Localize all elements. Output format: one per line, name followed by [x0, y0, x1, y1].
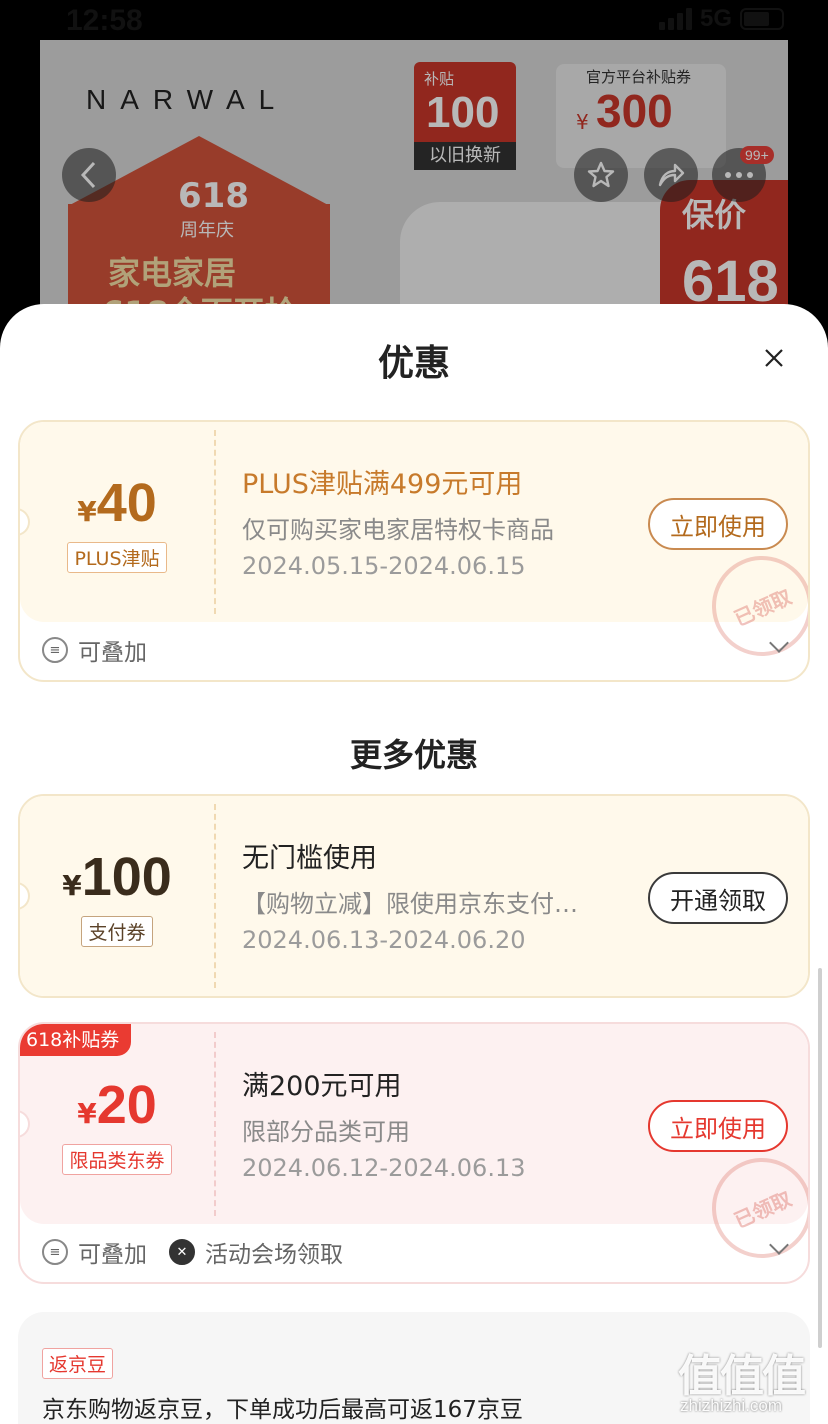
coupon-amount: ¥20: [20, 1074, 214, 1136]
use-now-button[interactable]: 立即使用: [648, 1100, 788, 1152]
status-bar: 12:58 5G: [0, 0, 828, 40]
stack-icon: ≡: [42, 1239, 68, 1265]
coupon-type-tag: PLUS津贴: [67, 542, 167, 573]
network-label: 5G: [699, 5, 732, 32]
subsidy-corner-tag: 618补贴券: [20, 1024, 132, 1056]
ticket-icon: ✕: [169, 1239, 195, 1265]
close-icon: [765, 349, 783, 367]
coupon-desc: 仅可购买家电家居特权卡商品: [242, 516, 554, 544]
subsidy-coupon: ¥20 限品类东券 满200元可用 限部分品类可用 2024.06.12-202…: [20, 1024, 808, 1275]
amount-value: 20: [96, 1075, 157, 1135]
coupon-amount: ¥40: [20, 472, 214, 534]
bean-tag: 返京豆: [42, 1348, 114, 1379]
watermark-logo: 值值值: [678, 1351, 806, 1402]
battery-icon: [740, 8, 784, 30]
yen-sign: ¥: [77, 1097, 97, 1130]
stackable-label: 可叠加: [78, 640, 147, 666]
activate-claim-button[interactable]: 开通领取: [648, 872, 788, 924]
coupon-type-tag: 支付券: [81, 916, 153, 947]
coupon-type-tag: 限品类东券: [62, 1144, 172, 1175]
coupon-desc: 【购物立减】限使用京东支付…: [242, 890, 578, 918]
yen-sign: ¥: [62, 869, 82, 902]
yen-sign: ¥: [77, 495, 97, 528]
subsidy-coupon-card: 618补贴券 ¥20 限品类东券 满200元可用 限部分品类可用 2024.06…: [18, 1022, 810, 1284]
chevron-down-icon[interactable]: [769, 1235, 789, 1255]
coupon-date: 2024.05.15-2024.06.15: [242, 552, 526, 580]
site-watermark: 值值值 zhizhizhi.com: [676, 1336, 816, 1424]
coupon-title: 满200元可用: [242, 1071, 402, 1102]
venue-info: ✕ 活动会场领取: [169, 1235, 343, 1269]
discount-sheet: 优惠 ¥40 PLUS津贴 PLUS津贴满499元可用 仅可购买家电家居特权卡商…: [0, 304, 828, 1424]
chevron-down-icon[interactable]: [769, 633, 789, 653]
close-button[interactable]: [758, 342, 790, 374]
venue-label: 活动会场领取: [205, 1242, 343, 1268]
amount-value: 100: [81, 847, 172, 907]
bean-text: 京东购物返京豆，下单成功后最高可返167京豆: [42, 1397, 523, 1423]
watermark-url: zhizhizhi.com: [680, 1396, 783, 1415]
status-time: 12:58: [66, 4, 143, 37]
plus-coupon-card: ¥40 PLUS津贴 PLUS津贴满499元可用 仅可购买家电家居特权卡商品 2…: [18, 420, 810, 682]
amount-value: 40: [96, 473, 157, 533]
coupon-title: PLUS津贴满499元可用: [242, 469, 523, 500]
coupon-footer[interactable]: ≡ 可叠加 ✕ 活动会场领取: [20, 1224, 808, 1280]
stackable-label: 可叠加: [78, 1242, 147, 1268]
status-indicators: 5G: [658, 5, 784, 32]
coupon-date: 2024.06.12-2024.06.13: [242, 1154, 526, 1182]
plus-coupon: ¥40 PLUS津贴 PLUS津贴满499元可用 仅可购买家电家居特权卡商品 2…: [20, 422, 808, 673]
coupon-amount: ¥100: [20, 846, 214, 908]
coupon-desc: 限部分品类可用: [242, 1118, 410, 1146]
payment-coupon-card: ¥100 支付券 无门槛使用 【购物立减】限使用京东支付… 2024.06.13…: [18, 794, 810, 998]
payment-coupon: ¥100 支付券 无门槛使用 【购物立减】限使用京东支付… 2024.06.13…: [20, 796, 808, 996]
use-now-button[interactable]: 立即使用: [648, 498, 788, 550]
sheet-title: 优惠: [377, 343, 450, 384]
coupon-date: 2024.06.13-2024.06.20: [242, 926, 526, 954]
stackable-info: ≡ 可叠加: [42, 1235, 147, 1269]
stackable-info: ≡ 可叠加: [42, 633, 147, 667]
coupon-footer[interactable]: ≡ 可叠加: [20, 622, 808, 678]
dim-overlay[interactable]: [0, 0, 828, 340]
more-discounts-title: 更多优惠: [349, 736, 478, 774]
scrollbar[interactable]: [818, 968, 822, 1348]
signal-icon: [658, 8, 692, 30]
coupon-title: 无门槛使用: [242, 843, 377, 874]
stack-icon: ≡: [42, 637, 68, 663]
